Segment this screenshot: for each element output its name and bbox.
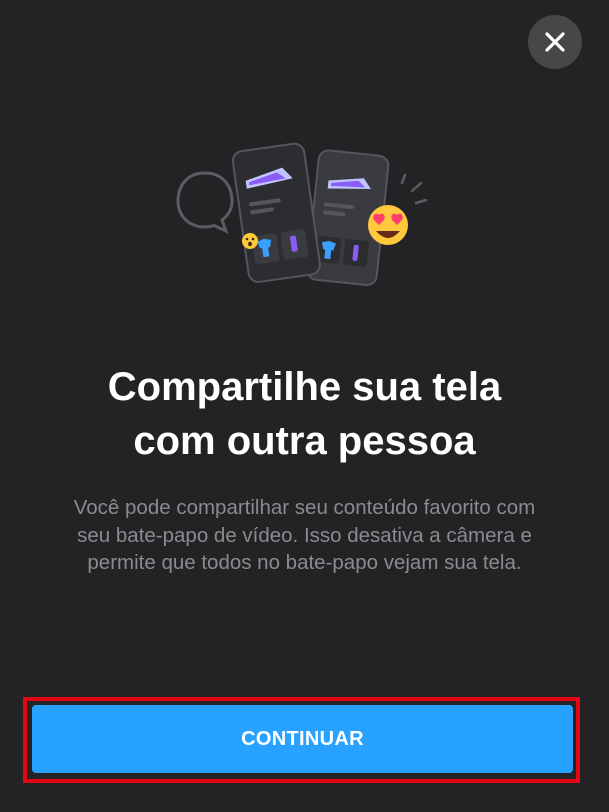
- heart-eyes-emoji-icon: [368, 205, 408, 245]
- share-screen-illustration: [176, 142, 428, 287]
- title-line-1: Compartilhe sua tela: [107, 365, 502, 409]
- phone-front: [231, 142, 321, 283]
- close-button[interactable]: [528, 15, 582, 69]
- continue-button[interactable]: CONTINUAR: [32, 705, 573, 773]
- title-line-2: com outra pessoa: [133, 419, 476, 463]
- surprised-emoji-icon: [242, 233, 258, 249]
- sparkle-lines-icon: [400, 173, 428, 205]
- close-icon: [545, 32, 565, 52]
- description-text: Você pode compartilhar seu conteúdo favo…: [73, 496, 536, 574]
- page-title: Compartilhe sua tela com outra pessoa: [0, 360, 609, 468]
- speech-bubble-icon: [176, 171, 234, 234]
